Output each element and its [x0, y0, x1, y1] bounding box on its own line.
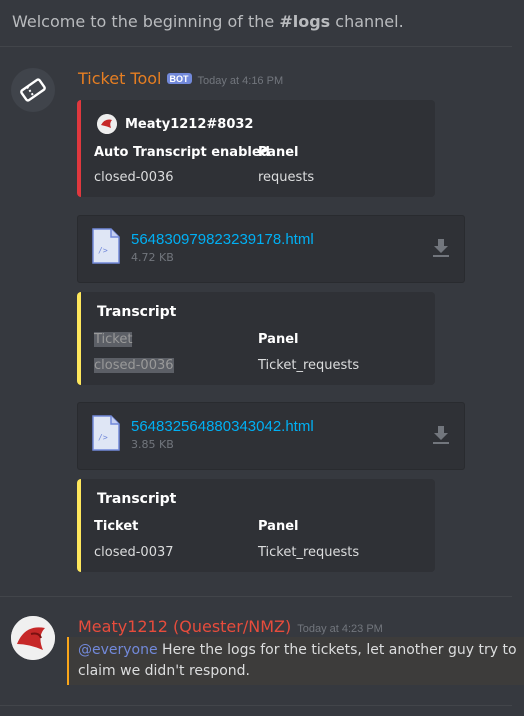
- ticket-icon: [20, 78, 46, 102]
- svg-text:/>: />: [98, 433, 108, 442]
- embed-transcript: Transcript Ticket closed-0037 Panel Tick…: [77, 479, 435, 572]
- message-header: Ticket Tool BOT Today at 4:16 PM: [78, 69, 283, 88]
- channel-name: #logs: [279, 12, 331, 31]
- field-name: Auto Transcript enabled: [94, 145, 270, 160]
- bot-tag: BOT: [166, 73, 192, 84]
- field-value: closed-0036: [94, 170, 174, 185]
- embed-title: Transcript: [97, 491, 177, 507]
- timestamp: Today at 4:16 PM: [197, 75, 284, 87]
- field-value: Ticket_requests: [258, 358, 360, 373]
- embed-author: Meaty1212#8032: [97, 114, 253, 134]
- author-name[interactable]: Meaty1212 (Quester/NMZ): [78, 617, 291, 636]
- author-name[interactable]: Ticket Tool: [78, 69, 162, 88]
- channel-welcome: Welcome to the beginning of the #logs ch…: [12, 12, 404, 31]
- divider: [0, 705, 512, 706]
- everyone-mention[interactable]: @everyone: [78, 642, 158, 658]
- welcome-suffix: channel.: [330, 12, 404, 31]
- divider: [0, 46, 512, 47]
- file-link[interactable]: 564832564880343042.html: [131, 418, 314, 435]
- embed-author-name: Meaty1212#8032: [125, 116, 254, 132]
- embed-title: Transcript: [97, 304, 177, 320]
- field-value: requests: [258, 170, 315, 185]
- embed-transcript: Transcript Ticket closed-0036 Panel Tick…: [77, 292, 435, 385]
- field-value: closed-0037: [94, 545, 174, 560]
- file-attachment: /> 564832564880343042.html 3.85 KB: [77, 402, 465, 470]
- field-value: closed-0036: [94, 358, 174, 373]
- download-icon[interactable]: [432, 238, 450, 258]
- avatar: [97, 114, 117, 134]
- timestamp: Today at 4:23 PM: [297, 623, 383, 635]
- field-name: Ticket: [94, 519, 139, 534]
- field-value: Ticket_requests: [258, 545, 360, 560]
- field-name: Panel: [258, 519, 299, 534]
- file-size: 4.72 KB: [131, 251, 174, 264]
- divider: [0, 596, 512, 597]
- svg-text:/>: />: [98, 246, 108, 255]
- field-name: Panel: [258, 145, 299, 160]
- user-avatar[interactable]: [11, 616, 55, 660]
- message-header: Meaty1212 (Quester/NMZ) Today at 4:23 PM: [78, 617, 383, 636]
- ticket-tool-avatar[interactable]: [11, 68, 55, 112]
- download-icon[interactable]: [432, 425, 450, 445]
- welcome-prefix: Welcome to the beginning of the: [12, 12, 280, 31]
- embed-auto-transcript: Meaty1212#8032 Auto Transcript enabled c…: [77, 100, 435, 197]
- html-file-icon: />: [92, 228, 120, 264]
- file-link[interactable]: 564830979823239178.html: [131, 231, 314, 248]
- file-size: 3.85 KB: [131, 438, 174, 451]
- file-attachment: /> 564830979823239178.html 4.72 KB: [77, 215, 465, 283]
- avatar: [11, 616, 55, 660]
- html-file-icon: />: [92, 415, 120, 451]
- field-name: Ticket: [94, 332, 133, 347]
- message-content: @everyone Here the logs for the tickets,…: [67, 637, 524, 685]
- field-name: Panel: [258, 332, 299, 347]
